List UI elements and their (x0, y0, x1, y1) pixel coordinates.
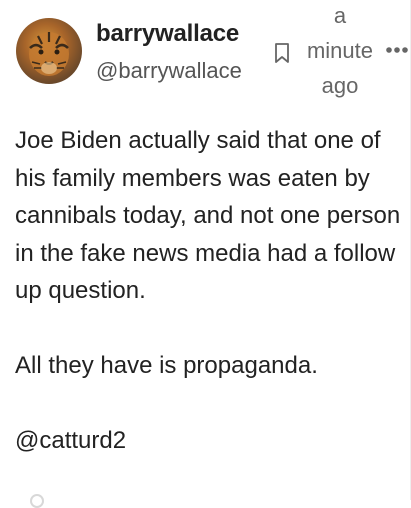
timestamp-line: a (333, 3, 347, 28)
author-handle[interactable]: @barrywallace (96, 58, 242, 84)
post-body: Joe Biden actually said that one of his … (15, 122, 401, 460)
post-card: barrywallace @barrywallace a minute ago … (0, 0, 411, 508)
post-timestamp[interactable]: a minute ago (302, 0, 378, 103)
tiger-avatar-icon (29, 32, 69, 76)
reply-icon[interactable] (30, 494, 44, 508)
post-paragraph: Joe Biden actually said that one of his … (15, 127, 401, 304)
timestamp-line: ago (321, 73, 359, 98)
author-display-name[interactable]: barrywallace (96, 20, 239, 48)
post-paragraph: All they have is propaganda. (15, 352, 318, 379)
mention-link[interactable]: @catturd2 (15, 422, 401, 460)
bookmark-icon[interactable] (273, 42, 291, 64)
avatar[interactable] (16, 18, 82, 84)
timestamp-line: minute (306, 38, 374, 63)
more-options-icon[interactable] (384, 43, 410, 55)
